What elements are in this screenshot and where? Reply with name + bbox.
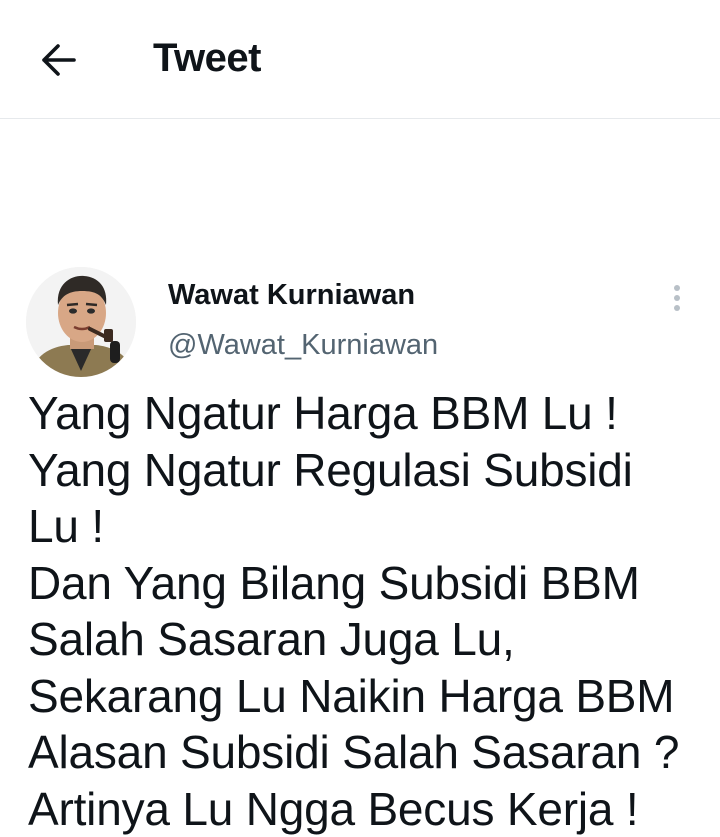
author-handle[interactable]: @Wawat_Kurniawan — [168, 329, 438, 362]
more-vertical-icon — [674, 295, 680, 301]
top-bar: Tweet — [0, 0, 720, 119]
more-vertical-icon — [674, 305, 680, 311]
tweet-text-line: Dan Yang Bilang Subsidi BBM — [28, 555, 708, 612]
tweet-text-line: Artinya Lu Ngga Becus Kerja ! — [28, 781, 708, 837]
arrow-left-icon — [36, 40, 84, 80]
more-vertical-icon — [674, 285, 680, 291]
tweet-text-line: Lu ! — [28, 498, 708, 555]
author-display-name[interactable]: Wawat Kurniawan — [168, 279, 415, 312]
tweet-text-line: Yang Ngatur Regulasi Subsidi — [28, 442, 708, 499]
page-title: Tweet — [153, 36, 261, 81]
tweet-text-line: Alasan Subsidi Salah Sasaran ? — [28, 724, 708, 781]
back-button[interactable] — [36, 40, 84, 80]
tweet-text-line: Sekarang Lu Naikin Harga BBM — [28, 668, 708, 725]
avatar-caricature — [26, 267, 136, 377]
tweet-text: Yang Ngatur Harga BBM Lu ! Yang Ngatur R… — [28, 385, 708, 837]
tweet-text-line: Yang Ngatur Harga BBM Lu ! — [28, 385, 708, 442]
avatar[interactable] — [26, 267, 136, 377]
more-options-button[interactable] — [665, 281, 689, 315]
tweet-text-line: Salah Sasaran Juga Lu, — [28, 611, 708, 668]
